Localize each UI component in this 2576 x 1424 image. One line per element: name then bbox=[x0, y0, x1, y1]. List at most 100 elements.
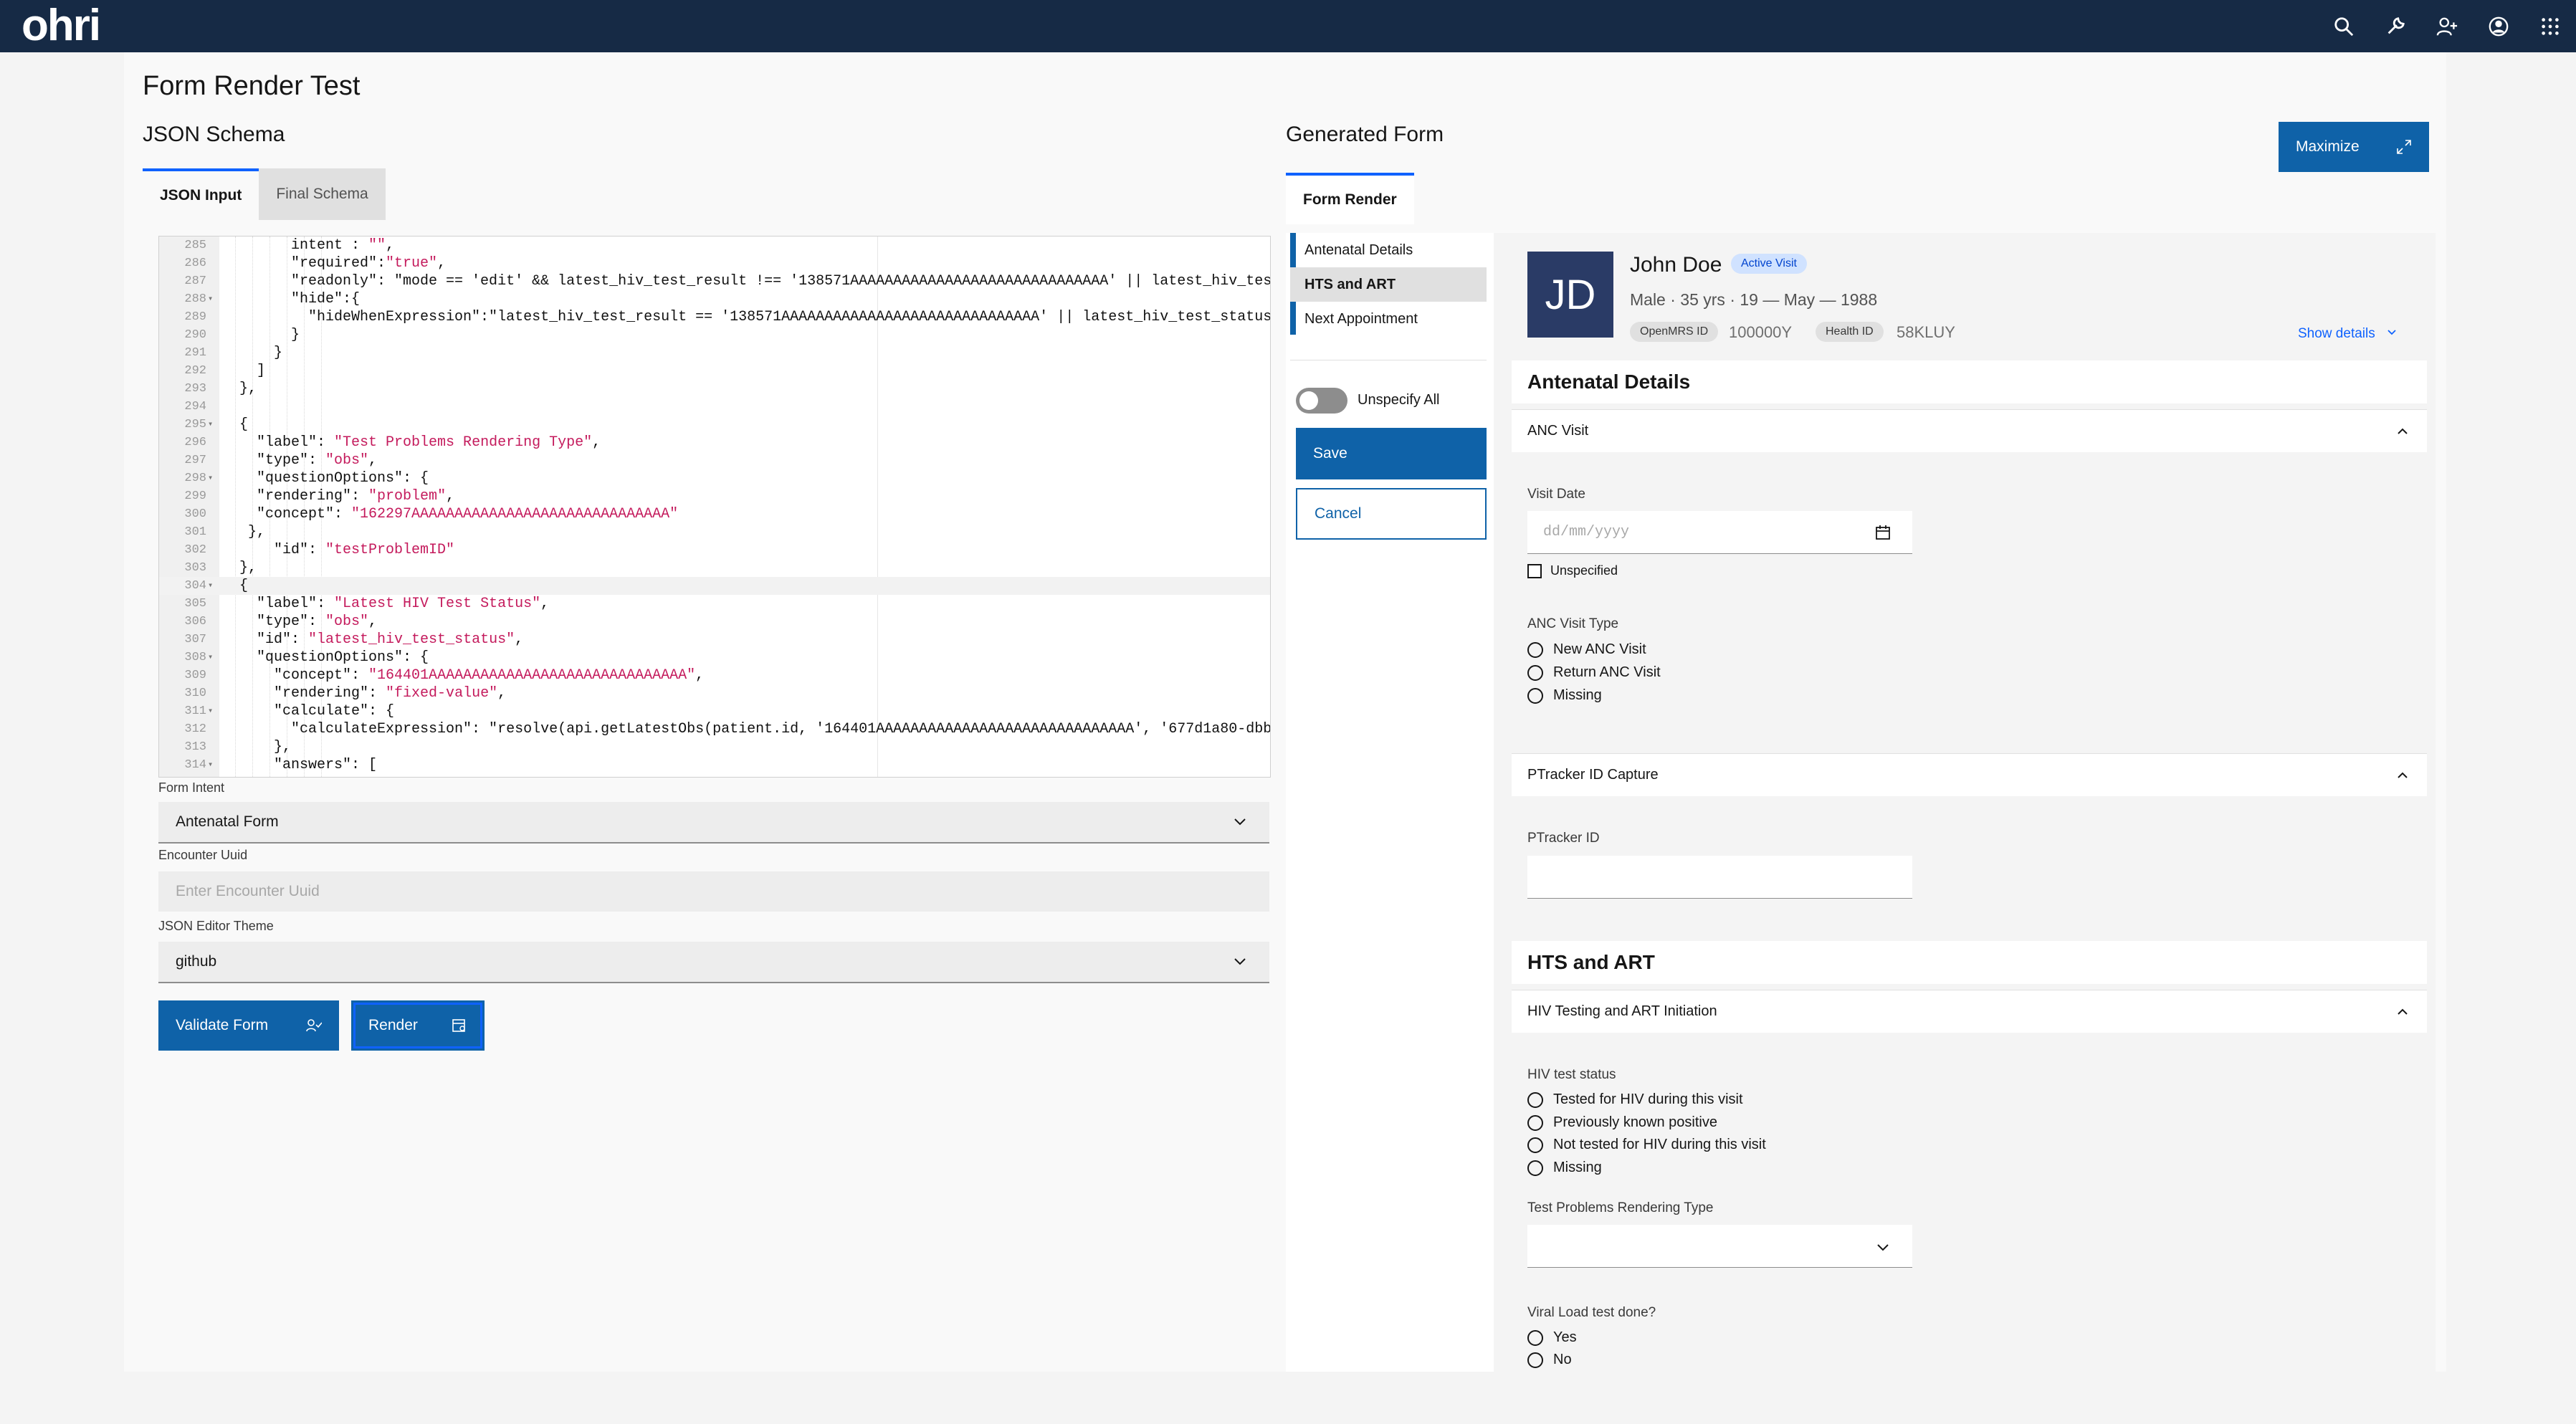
code-line[interactable]: 286 "required":"true", bbox=[159, 254, 1270, 272]
nav-item-hts-and-art[interactable]: HTS and ART bbox=[1290, 267, 1487, 302]
code-line[interactable]: 313 }, bbox=[159, 738, 1270, 756]
code-text: "hide":{ bbox=[222, 291, 361, 307]
fold-icon[interactable]: ▾ bbox=[208, 702, 213, 720]
radio-hiv-missing[interactable]: Missing bbox=[1527, 1160, 1602, 1176]
openmrs-id-value: 100000Y bbox=[1729, 323, 1793, 341]
unspecified-checkbox-row[interactable]: Unspecified bbox=[1527, 563, 1618, 578]
app-switcher-icon[interactable] bbox=[2524, 0, 2576, 52]
tab-final-schema[interactable]: Final Schema bbox=[259, 168, 386, 220]
line-number: 308 bbox=[184, 651, 206, 664]
json-schema-title: JSON Schema bbox=[143, 123, 285, 146]
show-details-label: Show details bbox=[2298, 326, 2375, 341]
problems-rendering-dropdown[interactable] bbox=[1527, 1225, 1912, 1268]
radio-not-tested[interactable]: Not tested for HIV during this visit bbox=[1527, 1137, 1766, 1153]
code-line[interactable]: 291 } bbox=[159, 344, 1270, 362]
calendar-icon[interactable] bbox=[1875, 525, 1891, 540]
fold-icon[interactable]: ▾ bbox=[208, 577, 213, 595]
line-number: 291 bbox=[184, 346, 206, 360]
code-line[interactable]: 294 bbox=[159, 398, 1270, 416]
radio-return-anc-visit[interactable]: Return ANC Visit bbox=[1527, 664, 1661, 681]
code-line[interactable]: 299 "rendering": "problem", bbox=[159, 487, 1270, 505]
ptracker-accordion[interactable]: PTracker ID Capture bbox=[1512, 753, 2427, 796]
code-line[interactable]: 289 "hideWhenExpression":"latest_hiv_tes… bbox=[159, 308, 1270, 326]
code-line[interactable]: 290 } bbox=[159, 326, 1270, 344]
health-id-value: 58KLUY bbox=[1897, 323, 1955, 341]
radio-viral-yes[interactable]: Yes bbox=[1527, 1329, 1577, 1346]
code-line[interactable]: 304 ▾ { bbox=[159, 577, 1270, 595]
code-text: { bbox=[222, 416, 249, 433]
line-number: 304 bbox=[184, 579, 206, 593]
cancel-button[interactable]: Cancel bbox=[1296, 488, 1487, 540]
active-visit-tag: Active Visit bbox=[1731, 254, 1807, 274]
code-text: }, bbox=[222, 560, 257, 576]
anc-visit-accordion[interactable]: ANC Visit bbox=[1512, 409, 2427, 452]
code-line[interactable]: 287 "readonly": "mode == 'edit' && lates… bbox=[159, 272, 1270, 290]
save-button[interactable]: Save bbox=[1296, 428, 1487, 479]
fold-icon[interactable]: ▾ bbox=[208, 416, 213, 434]
code-line[interactable]: 298 ▾ "questionOptions": { bbox=[159, 469, 1270, 487]
code-line[interactable]: 300 "concept": "162297AAAAAAAAAAAAAAAAAA… bbox=[159, 505, 1270, 523]
visit-date-input[interactable]: dd/mm/yyyy bbox=[1527, 511, 1912, 554]
code-line[interactable]: 288 ▾ "hide":{ bbox=[159, 290, 1270, 308]
radio-viral-no[interactable]: No bbox=[1527, 1352, 1572, 1368]
ptracker-id-input[interactable] bbox=[1527, 856, 1912, 899]
unspecify-all-toggle[interactable] bbox=[1296, 388, 1347, 414]
code-line[interactable]: 285 intent : "", bbox=[159, 236, 1270, 254]
code-line[interactable]: 303 }, bbox=[159, 559, 1270, 577]
hiv-testing-accordion[interactable]: HIV Testing and ART Initiation bbox=[1512, 990, 2427, 1033]
maximize-button[interactable]: Maximize bbox=[2279, 122, 2429, 172]
code-line[interactable]: 311 ▾ "calculate": { bbox=[159, 702, 1270, 720]
line-number: 303 bbox=[184, 561, 206, 575]
fold-icon[interactable]: ▾ bbox=[208, 649, 213, 666]
add-user-icon[interactable] bbox=[2421, 0, 2473, 52]
json-code-editor[interactable]: 285 intent : "", 286 "required":"true", 28… bbox=[158, 236, 1271, 778]
code-line[interactable]: 309 "concept": "164401AAAAAAAAAAAAAAAAAA… bbox=[159, 666, 1270, 684]
line-number: 311 bbox=[184, 704, 206, 718]
user-avatar-icon[interactable] bbox=[2473, 0, 2524, 52]
cancel-label: Cancel bbox=[1315, 505, 1362, 522]
code-line[interactable]: 301 }, bbox=[159, 523, 1270, 541]
code-line[interactable]: 305 "label": "Latest HIV Test Status", bbox=[159, 595, 1270, 613]
code-line[interactable]: 306 "type": "obs", bbox=[159, 613, 1270, 631]
fold-icon[interactable]: ▾ bbox=[208, 756, 213, 774]
patient-name: John Doe bbox=[1630, 253, 1722, 277]
code-line[interactable]: 297 "type": "obs", bbox=[159, 451, 1270, 469]
code-line[interactable]: 295 ▾ { bbox=[159, 416, 1270, 434]
render-button[interactable]: Render bbox=[351, 1000, 485, 1051]
validate-form-button[interactable]: Validate Form bbox=[158, 1000, 339, 1051]
nav-item-next-appointment[interactable]: Next Appointment bbox=[1290, 302, 1487, 336]
code-line[interactable]: 314 ▾ "answers": [ bbox=[159, 756, 1270, 774]
tab-form-render[interactable]: Form Render bbox=[1286, 173, 1414, 224]
code-text: "questionOptions": { bbox=[222, 470, 429, 487]
code-line[interactable]: 296 "label": "Test Problems Rendering Ty… bbox=[159, 434, 1270, 451]
code-line[interactable]: 307 "id": "latest_hiv_test_status", bbox=[159, 631, 1270, 649]
tab-json-input[interactable]: JSON Input bbox=[143, 168, 259, 220]
code-line[interactable]: 312 "calculateExpression": "resolve(api.… bbox=[159, 720, 1270, 738]
chevron-down-icon bbox=[1234, 958, 1246, 965]
line-number: 287 bbox=[184, 274, 206, 288]
radio-tested-hiv[interactable]: Tested for HIV during this visit bbox=[1527, 1091, 1743, 1108]
code-line[interactable]: 292 ] bbox=[159, 362, 1270, 380]
line-number: 296 bbox=[184, 436, 206, 449]
radio-new-anc-visit[interactable]: New ANC Visit bbox=[1527, 641, 1646, 658]
fold-icon[interactable]: ▾ bbox=[208, 290, 213, 308]
search-icon[interactable] bbox=[2318, 0, 2370, 52]
unspecified-checkbox[interactable] bbox=[1527, 563, 1542, 578]
fold-icon[interactable]: ▾ bbox=[208, 469, 213, 487]
code-line[interactable]: 302 "id": "testProblemID" bbox=[159, 541, 1270, 559]
encounter-uuid-input[interactable]: Enter Encounter Uuid bbox=[158, 871, 1269, 912]
anc-visit-label: ANC Visit bbox=[1527, 423, 1589, 439]
code-text: }, bbox=[222, 381, 257, 397]
radio-known-positive[interactable]: Previously known positive bbox=[1527, 1114, 1717, 1131]
render-tabs: Form Render bbox=[1286, 173, 1414, 224]
radio-anc-missing[interactable]: Missing bbox=[1527, 687, 1602, 704]
form-intent-dropdown[interactable]: Antenatal Form bbox=[158, 802, 1269, 844]
nav-item-antenatal-details[interactable]: Antenatal Details bbox=[1290, 233, 1487, 267]
ohri-logo[interactable]: ohri bbox=[22, 3, 101, 49]
editor-theme-dropdown[interactable]: github bbox=[158, 942, 1269, 983]
show-details-link[interactable]: Show details bbox=[2298, 326, 2398, 342]
code-line[interactable]: 293 }, bbox=[159, 380, 1270, 398]
code-line[interactable]: 308 ▾ "questionOptions": { bbox=[159, 649, 1270, 666]
tools-icon[interactable] bbox=[2370, 0, 2421, 52]
code-line[interactable]: 310 "rendering": "fixed-value", bbox=[159, 684, 1270, 702]
